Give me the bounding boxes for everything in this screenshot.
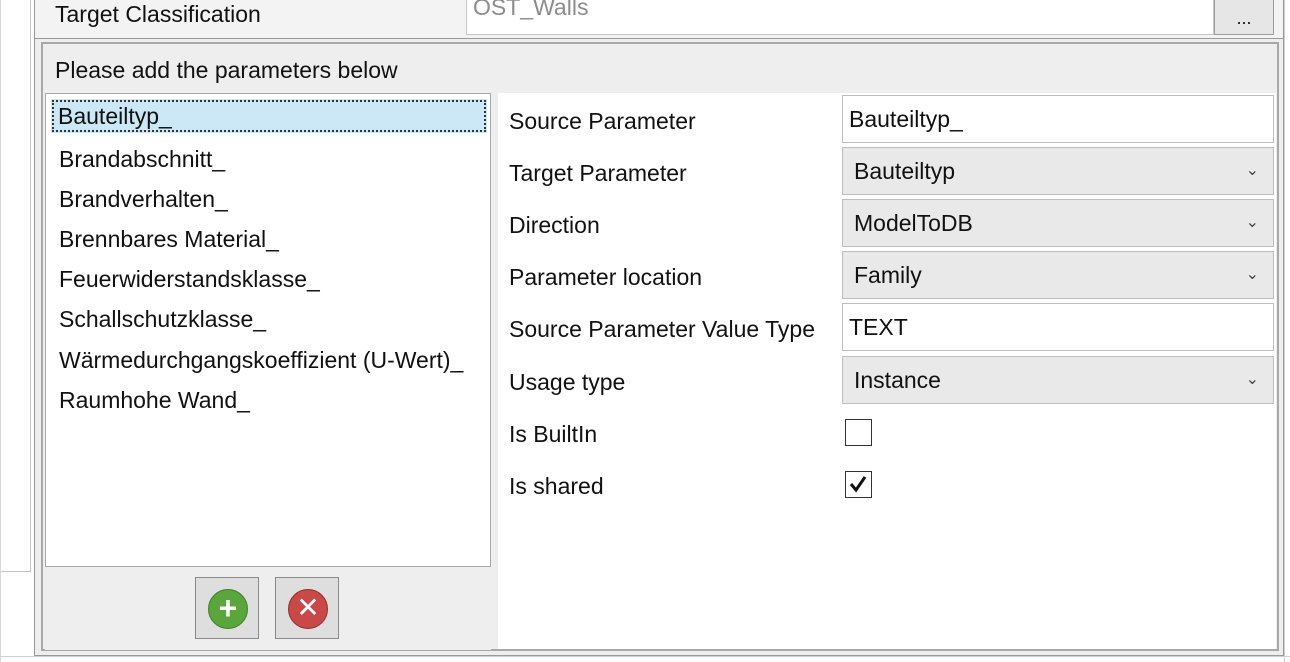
target-parameter-value: Bauteiltyp [854,158,956,184]
list-item[interactable]: Bauteiltyp_ [51,99,487,133]
list-item[interactable]: Feuerwiderstandsklasse_ [59,262,320,296]
direction-select[interactable]: ModelToDB ⌄ [842,199,1274,247]
list-button-area [45,568,491,650]
instruction-text: Please add the parameters below [55,57,398,83]
value-type-field[interactable]: TEXT [842,303,1274,351]
x-circle-icon: ✕ [288,589,328,629]
add-parameter-button[interactable]: + [195,577,259,639]
list-item[interactable]: Brennbares Material_ [59,222,279,256]
value-type-label: Source Parameter Value Type [509,316,815,342]
target-classification-field[interactable]: OST_Walls [466,0,1214,35]
is-builtin-checkbox[interactable] [845,419,872,446]
browse-button[interactable]: ... [1214,0,1274,35]
parameter-list[interactable]: Bauteiltyp_ Brandabschnitt_ Brandverhalt… [45,93,491,567]
chevron-down-icon: ⌄ [1245,371,1259,388]
is-shared-label: Is shared [509,473,604,499]
chevron-down-icon: ⌄ [1245,266,1259,283]
target-parameter-label: Target Parameter [509,160,687,186]
divider [0,656,1290,657]
is-shared-checkbox[interactable] [845,471,872,498]
is-builtin-label: Is BuiltIn [509,421,598,447]
list-item[interactable]: Raumhohe Wand_ [59,383,250,417]
target-classification-label: Target Classification [55,1,261,27]
list-item[interactable]: Wärmedurchgangskoeffizient (U-Wert)_ [59,343,463,377]
left-pane [0,0,31,572]
usage-type-value: Instance [854,367,941,393]
chevron-down-icon: ⌄ [1245,162,1259,179]
list-item[interactable]: Brandverhalten_ [59,182,228,216]
direction-value: ModelToDB [854,210,973,236]
chevron-down-icon: ⌄ [1245,214,1259,231]
direction-label: Direction [509,212,600,238]
checkmark-icon [849,476,867,493]
target-parameter-select[interactable]: Bauteiltyp ⌄ [842,147,1274,195]
source-parameter-field[interactable]: Bauteiltyp_ [842,95,1274,143]
parameter-location-select[interactable]: Family ⌄ [842,251,1274,299]
window-edge [0,0,1,662]
usage-type-select[interactable]: Instance ⌄ [842,356,1274,404]
list-item[interactable]: Brandabschnitt_ [59,142,225,176]
usage-type-label: Usage type [509,369,626,395]
list-item[interactable]: Schallschutzklasse_ [59,302,266,336]
delete-parameter-button[interactable]: ✕ [275,577,339,639]
source-parameter-label: Source Parameter [509,108,696,134]
parameter-location-label: Parameter location [509,264,703,290]
plus-circle-icon: + [208,589,248,629]
parameter-location-value: Family [854,262,922,288]
divider [1284,0,1285,662]
